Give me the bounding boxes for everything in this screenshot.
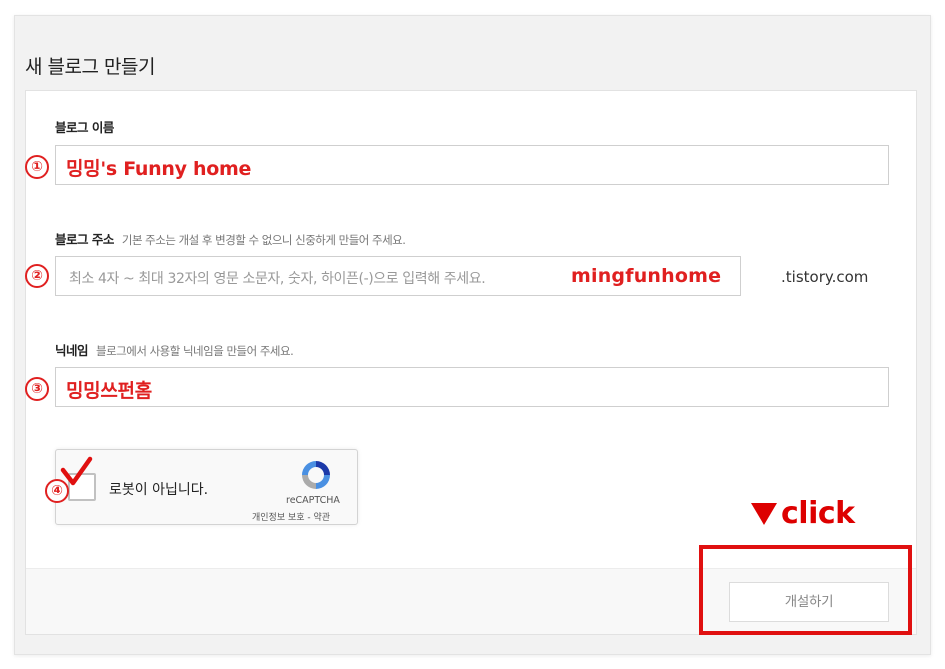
blog-address-label-text: 블로그 주소 xyxy=(55,232,114,247)
blog-name-label: 블로그 이름 xyxy=(55,117,114,136)
blog-address-suffix: .tistory.com xyxy=(781,268,869,286)
recaptcha-widget: 로봇이 아닙니다. reCAPTCHA 개인정보 보호 - 약관 xyxy=(55,449,358,525)
nickname-hint: 블로그에서 사용할 닉네임을 만들어 주세요. xyxy=(96,344,294,358)
nickname-label: 닉네임 블로그에서 사용할 닉네임을 만들어 주세요. xyxy=(55,340,294,359)
recaptcha-terms-link[interactable]: 개인정보 보호 - 약관 xyxy=(252,510,330,523)
down-arrow-icon xyxy=(751,503,777,525)
nickname-value: 밍밍쓰펀홈 xyxy=(66,380,152,402)
blog-address-annotation: mingfunhome xyxy=(571,265,722,287)
blog-name-label-text: 블로그 이름 xyxy=(55,120,114,135)
marker-2: ② xyxy=(25,264,49,288)
marker-1: ① xyxy=(25,155,49,179)
recaptcha-brand: reCAPTCHA xyxy=(286,495,340,506)
create-button-highlight xyxy=(699,545,912,635)
blog-address-label: 블로그 주소 기본 주소는 개설 후 변경할 수 없으니 신중하게 만들어 주세요… xyxy=(55,229,406,248)
blog-name-value: 밍밍's Funny home xyxy=(66,158,252,180)
click-annotation: click xyxy=(751,496,855,531)
nickname-label-text: 닉네임 xyxy=(55,343,89,358)
marker-3: ③ xyxy=(25,377,49,401)
recaptcha-logo-icon xyxy=(302,461,330,489)
page-title: 새 블로그 만들기 xyxy=(25,56,155,78)
marker-4: ④ xyxy=(45,479,69,503)
click-annotation-text: click xyxy=(781,496,855,531)
nickname-input[interactable]: 밍밍쓰펀홈 xyxy=(55,367,889,407)
blog-address-hint: 기본 주소는 개설 후 변경할 수 없으니 신중하게 만들어 주세요. xyxy=(121,233,406,247)
blog-address-placeholder: 최소 4자 ~ 최대 32자의 영문 소문자, 숫자, 하이픈(-)으로 입력해… xyxy=(69,271,486,287)
recaptcha-label: 로봇이 아닙니다. xyxy=(109,482,209,498)
blog-address-input[interactable]: 최소 4자 ~ 최대 32자의 영문 소문자, 숫자, 하이픈(-)으로 입력해… xyxy=(55,256,741,296)
blog-name-input[interactable]: 밍밍's Funny home xyxy=(55,145,889,185)
